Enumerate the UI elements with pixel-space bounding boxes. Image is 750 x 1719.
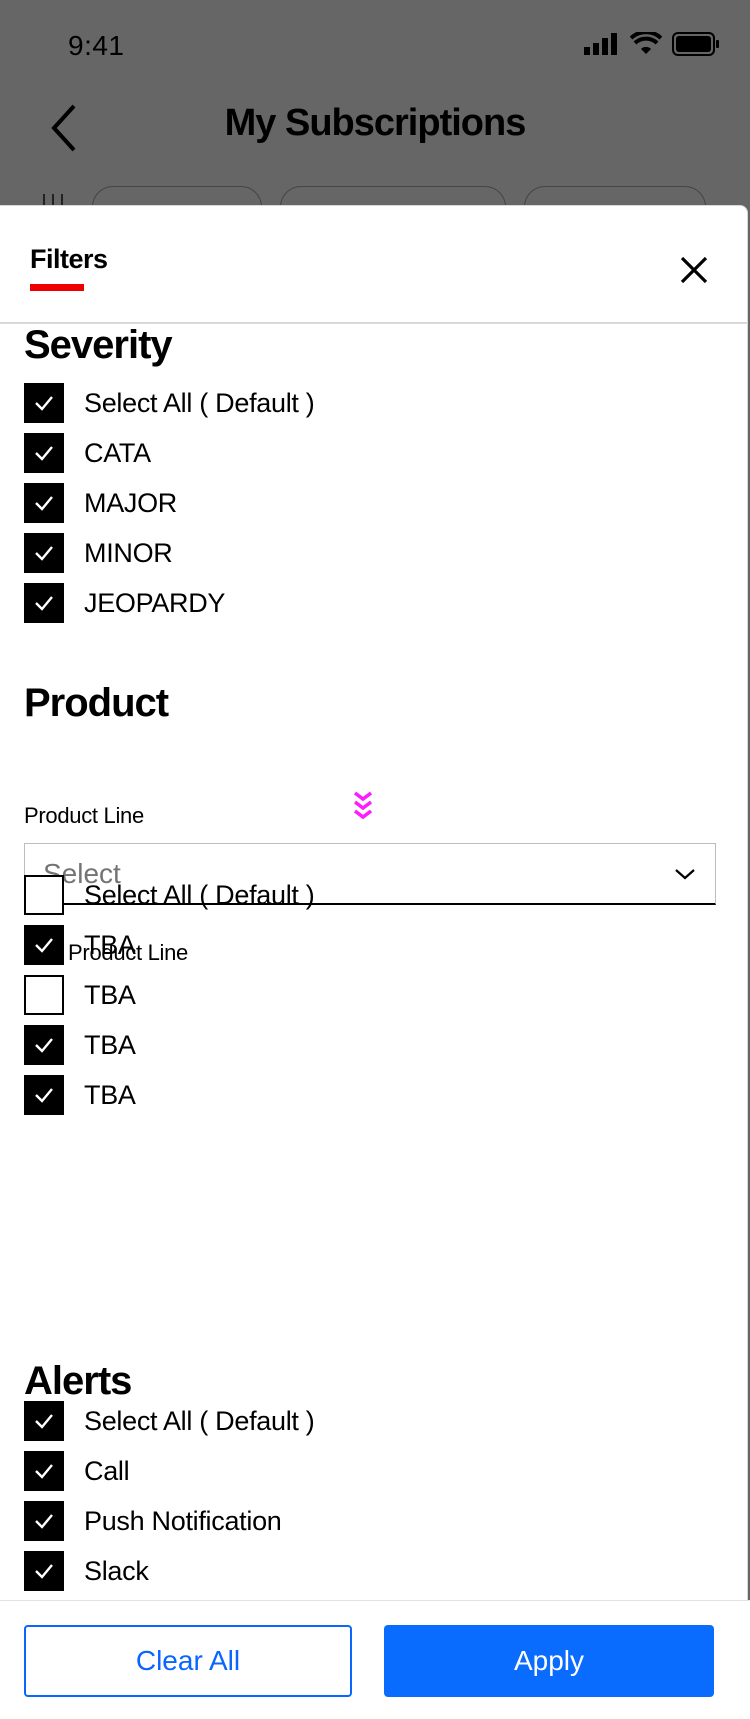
sheet-header: Filters <box>0 206 747 324</box>
tab-filters[interactable]: Filters <box>30 244 108 275</box>
apply-button[interactable]: Apply <box>384 1625 714 1697</box>
checkbox-checked[interactable] <box>24 1401 64 1441</box>
section-title-product: Product <box>24 681 169 725</box>
filters-sheet: Filters Severity Select All ( Default ) C… <box>0 205 750 1719</box>
status-time: 9:41 <box>68 30 125 61</box>
severity-option-label: JEOPARDY <box>84 587 226 618</box>
sub-product-line-option[interactable]: Select All ( Default ) <box>24 875 315 915</box>
checkbox-unchecked[interactable] <box>24 975 64 1015</box>
sub-product-line-option-label: TBA <box>84 1029 136 1060</box>
alerts-option[interactable]: Push Notification <box>24 1501 282 1541</box>
checkbox-checked[interactable] <box>24 383 64 423</box>
alerts-option[interactable]: Call <box>24 1451 130 1491</box>
checkbox-checked[interactable] <box>24 583 64 623</box>
cellular-signal-icon <box>584 33 617 55</box>
sub-product-line-option[interactable]: TBA <box>24 925 136 965</box>
alerts-option-label: Push Notification <box>84 1505 282 1536</box>
checkmark-icon <box>35 1464 53 1479</box>
checkbox-unchecked[interactable] <box>24 875 64 915</box>
checkbox-checked[interactable] <box>24 483 64 523</box>
severity-option-label: MAJOR <box>84 487 178 518</box>
checkbox-checked[interactable] <box>24 1501 64 1541</box>
close-icon[interactable] <box>674 250 714 290</box>
alerts-option[interactable]: Select All ( Default ) <box>24 1401 315 1441</box>
checkmark-icon <box>35 546 53 561</box>
severity-option[interactable]: CATA <box>24 433 151 473</box>
alerts-option[interactable]: Slack <box>24 1551 149 1591</box>
checkbox-checked[interactable] <box>24 1551 64 1591</box>
double-chevron-down-icon <box>353 791 373 820</box>
sub-product-line-option[interactable]: TBA <box>24 1025 136 1065</box>
sub-product-line-option-label: TBA <box>84 979 136 1010</box>
checkmark-icon <box>35 1038 53 1053</box>
footer-actions: Clear All Apply <box>0 1600 750 1719</box>
severity-option-label: MINOR <box>84 537 173 568</box>
sub-product-line-option-label: TBA <box>84 1079 136 1110</box>
checkmark-icon <box>35 1514 53 1529</box>
checkmark-icon <box>35 1414 53 1429</box>
checkmark-icon <box>35 596 53 611</box>
severity-option-label: CATA <box>84 437 151 468</box>
severity-option[interactable]: MAJOR <box>24 483 177 523</box>
status-bar: 9:41 <box>0 0 750 100</box>
sub-product-line-option[interactable]: TBA <box>24 975 136 1015</box>
severity-option[interactable]: MINOR <box>24 533 173 573</box>
app-header: My Subscriptions <box>0 90 750 180</box>
checkmark-icon <box>35 938 53 953</box>
alerts-option-label: Call <box>84 1455 130 1486</box>
severity-option[interactable]: Select All ( Default ) <box>24 383 315 423</box>
status-icons <box>584 32 720 56</box>
checkbox-checked[interactable] <box>24 433 64 473</box>
checkbox-checked[interactable] <box>24 1025 64 1065</box>
checkbox-checked[interactable] <box>24 1451 64 1491</box>
severity-option[interactable]: JEOPARDY <box>24 583 225 623</box>
wifi-icon <box>630 32 662 54</box>
checkbox-checked[interactable] <box>24 533 64 573</box>
clear-all-button[interactable]: Clear All <box>24 1625 352 1697</box>
checkmark-icon <box>35 396 53 411</box>
page-title: My Subscriptions <box>224 102 527 144</box>
checkmark-icon <box>35 446 53 461</box>
checkmark-icon <box>35 496 53 511</box>
alerts-option-label: Slack <box>84 1555 149 1586</box>
battery-icon <box>672 32 719 56</box>
chevron-down-icon <box>675 869 695 880</box>
active-tab-indicator <box>30 284 84 291</box>
sub-product-line-option[interactable]: TBA <box>24 1075 136 1115</box>
section-title-severity: Severity <box>24 323 173 367</box>
section-title-alerts: Alerts <box>24 1359 132 1403</box>
sub-product-line-option-label: Select All ( Default ) <box>84 879 315 910</box>
product-line-label: Product Line <box>24 803 144 828</box>
checkbox-checked[interactable] <box>24 1075 64 1115</box>
checkbox-checked[interactable] <box>24 925 64 965</box>
severity-option-label: Select All ( Default ) <box>84 387 315 418</box>
checkmark-icon <box>35 1088 53 1103</box>
alerts-option-label: Select All ( Default ) <box>84 1405 315 1436</box>
checkmark-icon <box>35 1564 53 1579</box>
sub-product-line-option-label: TBA <box>84 929 136 960</box>
